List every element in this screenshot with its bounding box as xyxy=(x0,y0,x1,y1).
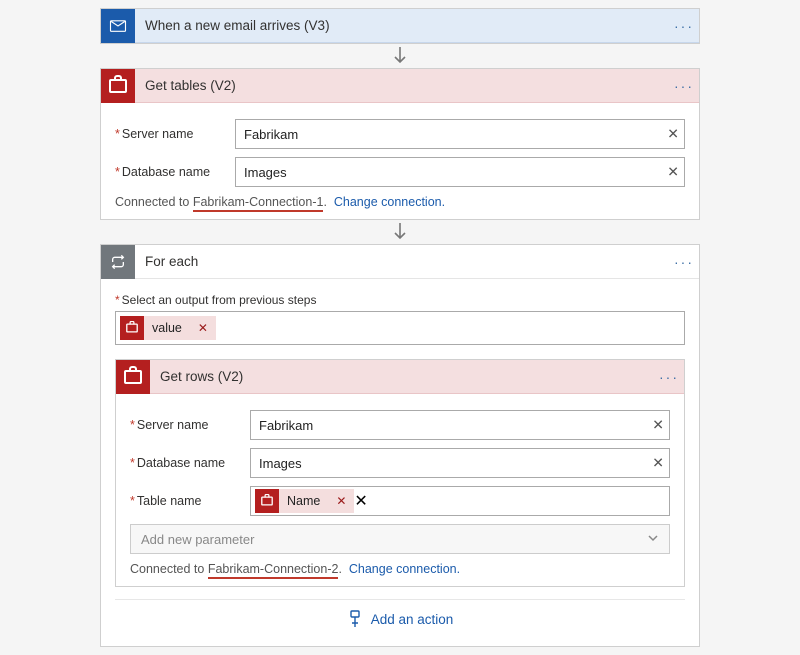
dynamic-token[interactable]: Name ✕ xyxy=(255,489,354,513)
loop-icon xyxy=(101,245,135,279)
clear-icon[interactable]: ✕ xyxy=(652,417,664,434)
outlook-icon xyxy=(101,9,135,43)
for-each-card: For each ··· *Select an output from prev… xyxy=(100,244,700,647)
clear-icon[interactable]: ✕ xyxy=(652,455,664,472)
server-name-label: *Server name xyxy=(115,127,235,141)
get-rows-title: Get rows (V2) xyxy=(150,369,654,384)
get-tables-card: Get tables (V2) ··· *Server name Fabrika… xyxy=(100,68,700,220)
connection-status: Connected to Fabrikam-Connection-2. Chan… xyxy=(130,562,670,576)
change-connection-link[interactable]: Change connection. xyxy=(349,562,460,576)
get-tables-menu-button[interactable]: ··· xyxy=(669,78,699,94)
chevron-down-icon xyxy=(647,532,659,547)
server-name-label: *Server name xyxy=(130,418,250,432)
clear-icon[interactable]: ✕ xyxy=(667,164,679,181)
connector-arrow-icon xyxy=(18,44,782,68)
select-output-label: *Select an output from previous steps xyxy=(115,293,685,307)
add-action-button[interactable]: Add an action xyxy=(115,599,685,634)
change-connection-link[interactable]: Change connection. xyxy=(334,195,445,209)
select-output-input[interactable]: value ✕ xyxy=(115,311,685,345)
for-each-title: For each xyxy=(135,254,669,269)
sql-icon xyxy=(120,316,144,340)
get-rows-header[interactable]: Get rows (V2) ··· xyxy=(116,360,684,394)
get-rows-card: Get rows (V2) ··· *Server name Fabrikam … xyxy=(115,359,685,587)
server-name-input[interactable]: Fabrikam xyxy=(235,119,685,149)
add-step-icon xyxy=(347,610,363,628)
server-name-input[interactable]: Fabrikam xyxy=(250,410,670,440)
get-tables-title: Get tables (V2) xyxy=(135,78,669,93)
database-name-label: *Database name xyxy=(115,165,235,179)
database-name-input[interactable]: Images xyxy=(250,448,670,478)
sql-icon xyxy=(101,69,135,103)
for-each-menu-button[interactable]: ··· xyxy=(669,254,699,270)
trigger-title: When a new email arrives (V3) xyxy=(135,18,669,33)
database-name-label: *Database name xyxy=(130,456,250,470)
trigger-menu-button[interactable]: ··· xyxy=(669,18,699,34)
table-name-label: *Table name xyxy=(130,494,250,508)
trigger-card[interactable]: When a new email arrives (V3) ··· xyxy=(100,8,700,44)
table-name-input[interactable]: Name ✕ ✕ xyxy=(250,486,670,516)
clear-icon[interactable]: ✕ xyxy=(667,126,679,143)
for-each-header[interactable]: For each ··· xyxy=(101,245,699,279)
get-tables-header[interactable]: Get tables (V2) ··· xyxy=(101,69,699,103)
get-rows-menu-button[interactable]: ··· xyxy=(654,369,684,385)
add-parameter-dropdown[interactable]: Add new parameter xyxy=(130,524,670,554)
database-name-input[interactable]: Images xyxy=(235,157,685,187)
sql-icon xyxy=(116,360,150,394)
remove-token-icon[interactable]: ✕ xyxy=(190,321,216,335)
connection-status: Connected to Fabrikam-Connection-1. Chan… xyxy=(115,195,685,209)
dynamic-token[interactable]: value ✕ xyxy=(120,316,216,340)
remove-token-icon[interactable]: ✕ xyxy=(328,494,354,508)
connector-arrow-icon xyxy=(18,220,782,244)
sql-icon xyxy=(255,489,279,513)
clear-icon[interactable]: ✕ xyxy=(354,491,367,511)
